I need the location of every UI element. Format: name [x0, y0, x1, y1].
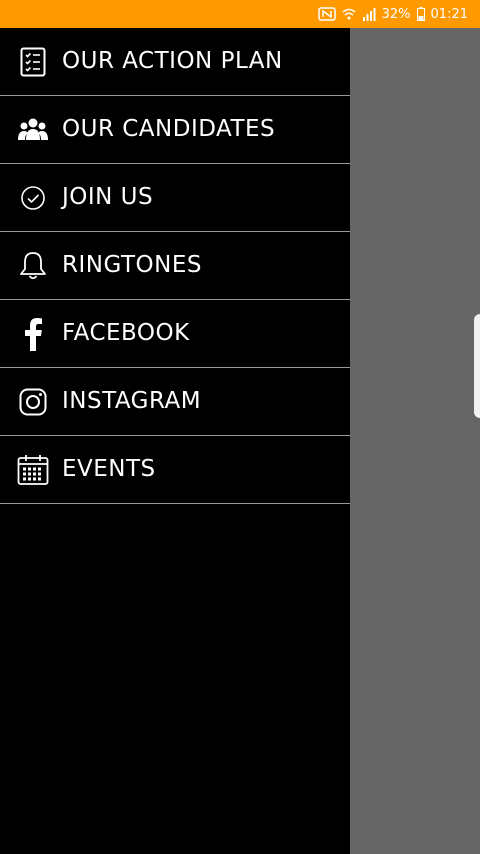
- battery-percent: 32%: [381, 6, 411, 22]
- menu-item-label: RINGTONES: [62, 252, 202, 278]
- menu-item-label: FACEBOOK: [62, 320, 190, 346]
- menu-item-label: OUR ACTION PLAN: [62, 48, 283, 74]
- menu-item-label: OUR CANDIDATES: [62, 116, 276, 142]
- facebook-icon: [16, 317, 50, 351]
- menu-item-our-candidates[interactable]: OUR CANDIDATES: [0, 96, 350, 164]
- menu-item-instagram[interactable]: INSTAGRAM: [0, 368, 350, 436]
- navigation-drawer: OUR ACTION PLAN OUR CANDIDATES JOIN US R…: [0, 28, 350, 854]
- edge-panel-handle[interactable]: [474, 314, 480, 418]
- menu-item-label: INSTAGRAM: [62, 388, 202, 414]
- bell-icon: [16, 249, 50, 283]
- checklist-icon: [16, 45, 50, 79]
- check-circle-icon: [16, 181, 50, 215]
- instagram-icon: [16, 385, 50, 419]
- menu-item-join-us[interactable]: JOIN US: [0, 164, 350, 232]
- status-bar: 32% 01:21: [0, 0, 480, 28]
- menu-item-label: JOIN US: [62, 184, 154, 210]
- menu-item-ringtones[interactable]: RINGTONES: [0, 232, 350, 300]
- nfc-icon: [317, 6, 336, 22]
- calendar-icon: [16, 453, 50, 487]
- menu-item-events[interactable]: EVENTS: [0, 436, 350, 504]
- drawer-scrim[interactable]: [350, 28, 480, 854]
- menu-item-our-action-plan[interactable]: OUR ACTION PLAN: [0, 28, 350, 96]
- people-icon: [16, 113, 50, 147]
- battery-icon: [416, 6, 425, 22]
- menu-item-facebook[interactable]: FACEBOOK: [0, 300, 350, 368]
- clock: 01:21: [430, 6, 468, 22]
- menu-item-label: EVENTS: [62, 456, 156, 482]
- signal-icon: [362, 6, 376, 22]
- wifi-icon: [342, 6, 356, 22]
